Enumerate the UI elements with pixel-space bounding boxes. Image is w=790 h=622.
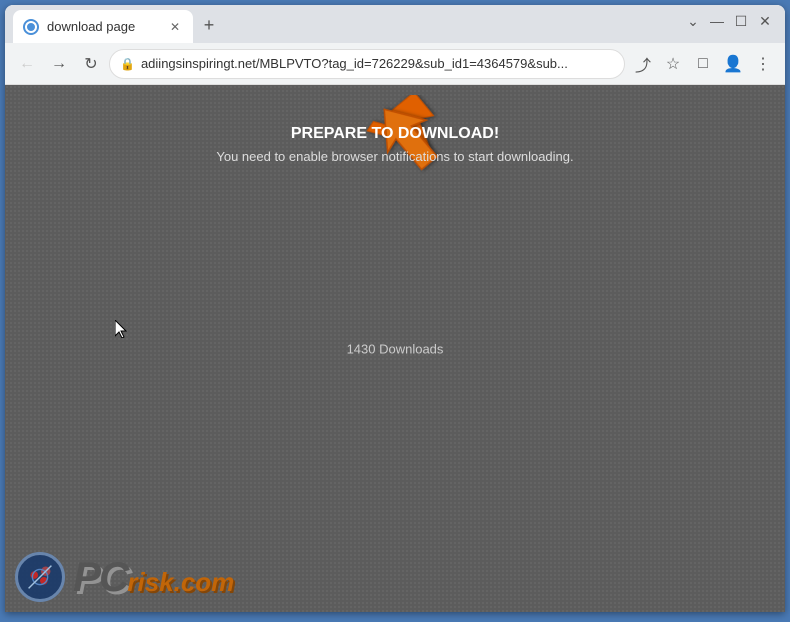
bookmark-button[interactable]: ☆ bbox=[659, 50, 687, 78]
maximize-button[interactable]: ☐ bbox=[733, 13, 749, 29]
back-button[interactable]: ← bbox=[13, 50, 41, 78]
forward-button[interactable]: → bbox=[45, 50, 73, 78]
tab-close-button[interactable]: ✕ bbox=[167, 19, 183, 35]
browser-toolbar: ← → ↻ 🔒 adiingsinspiringt.net/MBLPVTO?ta… bbox=[5, 43, 785, 85]
webpage: PREPARE TO DOWNLOAD! You need to enable … bbox=[5, 85, 785, 612]
new-tab-button[interactable]: + bbox=[195, 11, 223, 39]
pcrisk-watermark: PC risk.com bbox=[15, 552, 234, 602]
pcrisk-logo bbox=[15, 552, 65, 602]
address-bar[interactable]: 🔒 adiingsinspiringt.net/MBLPVTO?tag_id=7… bbox=[109, 49, 625, 79]
toolbar-right: ⤴ ☆ □ 👤 ⋮ bbox=[629, 50, 777, 78]
profile-button[interactable]: 👤 bbox=[719, 50, 747, 78]
prepare-section: PREPARE TO DOWNLOAD! You need to enable … bbox=[216, 125, 573, 164]
mouse-cursor-icon bbox=[115, 320, 129, 338]
window-controls: ⌄ — ☐ ✕ bbox=[685, 13, 773, 29]
tab-bar: download page ✕ + ⌄ — ☐ ✕ bbox=[5, 5, 785, 43]
lock-icon: 🔒 bbox=[120, 57, 135, 71]
close-button[interactable]: ✕ bbox=[757, 13, 773, 29]
pcrisk-brand: PC risk.com bbox=[73, 553, 234, 601]
downloads-count: 1430 Downloads bbox=[347, 341, 444, 356]
pc-text: PC bbox=[73, 553, 127, 601]
tab-title: download page bbox=[47, 19, 159, 34]
extensions-button[interactable]: □ bbox=[689, 50, 717, 78]
browser-window: download page ✕ + ⌄ — ☐ ✕ ← → ↻ 🔒 adiing… bbox=[5, 5, 785, 612]
risk-text: risk.com bbox=[127, 567, 234, 598]
prepare-heading: PREPARE TO DOWNLOAD! bbox=[216, 125, 573, 143]
menu-button[interactable]: ⋮ bbox=[749, 50, 777, 78]
active-tab[interactable]: download page ✕ bbox=[13, 10, 193, 43]
address-text: adiingsinspiringt.net/MBLPVTO?tag_id=726… bbox=[141, 56, 614, 71]
share-button[interactable]: ⤴ bbox=[629, 50, 657, 78]
chevron-down-icon[interactable]: ⌄ bbox=[685, 13, 701, 29]
prepare-subheading: You need to enable browser notifications… bbox=[216, 149, 573, 164]
webpage-content: PREPARE TO DOWNLOAD! You need to enable … bbox=[5, 85, 785, 612]
minimize-button[interactable]: — bbox=[709, 13, 725, 29]
reload-button[interactable]: ↻ bbox=[77, 50, 105, 78]
tab-favicon-icon bbox=[23, 19, 39, 35]
